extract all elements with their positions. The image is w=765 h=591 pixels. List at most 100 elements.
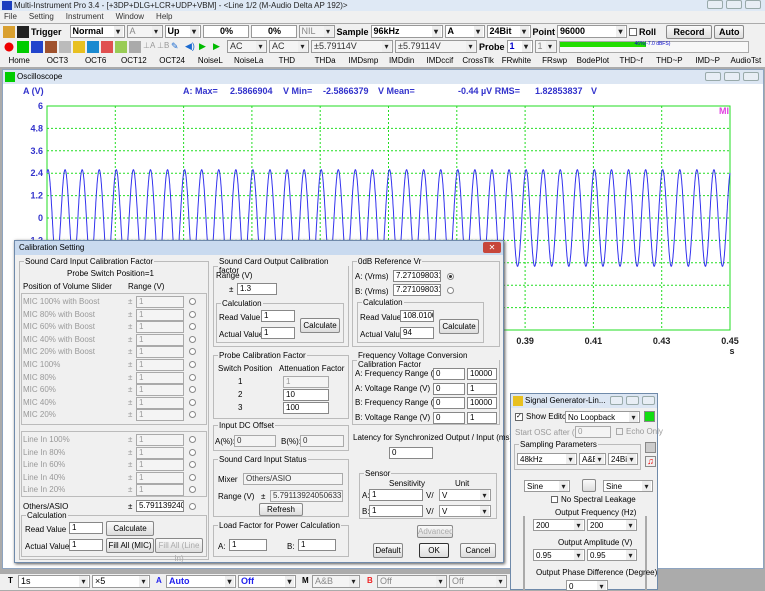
- time-select[interactable]: 1s: [18, 575, 90, 588]
- odb-calculate-button[interactable]: Calculate: [439, 319, 479, 334]
- start-osc-input[interactable]: 0: [575, 426, 611, 438]
- others-asio-radio[interactable]: [189, 503, 196, 510]
- range-radio[interactable]: [189, 461, 196, 468]
- range-input[interactable]: 1: [136, 308, 184, 321]
- range-input[interactable]: 1: [136, 296, 184, 308]
- read-value-input[interactable]: 1: [69, 522, 103, 534]
- output-read-value-input[interactable]: 1: [261, 310, 295, 322]
- cancel-button[interactable]: Cancel: [460, 543, 496, 558]
- waveform-b-select[interactable]: Sine: [603, 480, 653, 492]
- range-input[interactable]: 1: [136, 396, 184, 409]
- attenuation-factor-input[interactable]: 10: [283, 389, 329, 401]
- refresh-button[interactable]: Refresh: [259, 503, 303, 516]
- range-input[interactable]: 1: [136, 333, 184, 346]
- input-calculate-button[interactable]: Calculate: [106, 521, 154, 536]
- channel-b-scale-select[interactable]: Off: [449, 575, 507, 588]
- range-radio[interactable]: [189, 361, 196, 368]
- show-editor-checkbox[interactable]: ✓: [515, 413, 523, 421]
- output-status-indicator[interactable]: [644, 411, 655, 422]
- music-note-icon[interactable]: ♫: [645, 456, 656, 467]
- echo-only-checkbox[interactable]: [616, 428, 623, 435]
- range-radio[interactable]: [189, 398, 196, 406]
- fv-low-input[interactable]: 0: [433, 397, 465, 409]
- range-radio[interactable]: [189, 310, 196, 318]
- range-input[interactable]: 1: [136, 321, 184, 334]
- loopback-select[interactable]: No Loopback: [565, 411, 640, 423]
- siggen-close-button[interactable]: [642, 396, 655, 405]
- slider-a-track[interactable]: [523, 516, 525, 591]
- odb-a-input[interactable]: 7.27109803159: [393, 270, 441, 282]
- ok-button[interactable]: OK: [419, 543, 449, 558]
- fv-high-input[interactable]: 10000: [467, 397, 497, 409]
- sensor-b-sensitivity-input[interactable]: 1: [369, 505, 423, 517]
- channel-b-mode-select[interactable]: Off: [377, 575, 447, 588]
- range-input[interactable]: 1: [136, 409, 184, 422]
- fv-high-input[interactable]: 1: [467, 411, 497, 424]
- dialog-close-button[interactable]: ✕: [483, 242, 501, 253]
- fv-high-input[interactable]: 1: [467, 382, 497, 395]
- fill-all-line-in-button[interactable]: Fill All (Line In): [155, 538, 203, 563]
- odb-b-input[interactable]: 7.27109803159: [393, 284, 441, 296]
- range-input[interactable]: 1: [136, 346, 184, 359]
- waveform-a-select[interactable]: Sine: [524, 480, 570, 492]
- no-spectral-leakage-checkbox[interactable]: [551, 496, 558, 503]
- range-input[interactable]: 1: [136, 484, 184, 496]
- fill-all-mic-button[interactable]: Fill All (MIC): [106, 538, 154, 553]
- sensor-a-unit-select[interactable]: V: [439, 489, 491, 501]
- range-input[interactable]: 1: [136, 471, 184, 484]
- output-range-input[interactable]: 1.3: [237, 283, 277, 295]
- advanced-button[interactable]: Advanced: [417, 525, 454, 538]
- range-input[interactable]: 1: [136, 459, 184, 471]
- fv-low-input[interactable]: 0: [433, 411, 465, 424]
- frequency-a-select[interactable]: 200: [533, 519, 585, 531]
- siggen-channels-select[interactable]: A&B: [579, 453, 606, 465]
- fv-low-input[interactable]: 0: [433, 368, 465, 380]
- range-input[interactable]: 1: [136, 359, 184, 371]
- siggen-maximize-button[interactable]: [626, 396, 639, 405]
- range-input[interactable]: 1: [136, 371, 184, 384]
- dc-offset-a-input[interactable]: 0: [234, 435, 276, 447]
- range-input[interactable]: 1: [136, 446, 184, 459]
- siggen-bits-select[interactable]: 24Bit: [608, 453, 638, 465]
- channel-a-scale-select[interactable]: Off: [238, 575, 296, 588]
- output-actual-value-input[interactable]: 1: [261, 327, 295, 339]
- fv-high-input[interactable]: 10000: [467, 368, 497, 380]
- save-icon[interactable]: [645, 442, 656, 453]
- odb-a-radio[interactable]: [447, 273, 454, 280]
- slider-b-track[interactable]: [645, 516, 647, 591]
- time-multiplier-select[interactable]: ×5: [92, 575, 150, 588]
- link-channels-button[interactable]: [582, 479, 596, 492]
- siggen-minimize-button[interactable]: [610, 396, 623, 405]
- range-input[interactable]: 1: [136, 384, 184, 397]
- sensor-a-sensitivity-input[interactable]: 1: [369, 489, 423, 501]
- odb-actual-value-input[interactable]: 94: [400, 327, 434, 339]
- math-mode-select[interactable]: A&B: [312, 575, 360, 588]
- siggen-rate-select[interactable]: 48kHz: [517, 453, 577, 465]
- phase-difference-select[interactable]: 0: [566, 580, 608, 591]
- range-radio[interactable]: [189, 298, 196, 305]
- range-radio[interactable]: [189, 335, 196, 343]
- odb-b-radio[interactable]: [447, 287, 454, 294]
- sensor-b-unit-select[interactable]: V: [439, 505, 491, 517]
- range-radio[interactable]: [189, 373, 196, 381]
- latency-input[interactable]: 0: [389, 447, 433, 459]
- load-b-input[interactable]: 1: [298, 539, 336, 551]
- actual-value-input[interactable]: 1: [69, 539, 103, 551]
- amplitude-b-select[interactable]: 0.95: [587, 549, 637, 561]
- odb-read-value-input[interactable]: 108.01008: [400, 310, 434, 322]
- range-radio[interactable]: [189, 436, 196, 443]
- channel-a-mode-select[interactable]: Auto: [166, 575, 236, 588]
- attenuation-factor-input[interactable]: 100: [283, 402, 329, 414]
- range-radio[interactable]: [189, 486, 196, 493]
- load-a-input[interactable]: 1: [229, 539, 267, 551]
- output-calculate-button[interactable]: Calculate: [300, 318, 340, 333]
- attenuation-factor-input[interactable]: 1: [283, 376, 329, 388]
- fv-low-input[interactable]: 0: [433, 382, 465, 395]
- range-radio[interactable]: [189, 448, 196, 456]
- dc-offset-b-input[interactable]: 0: [300, 435, 344, 447]
- amplitude-a-select[interactable]: 0.95: [533, 549, 585, 561]
- default-button[interactable]: Default: [373, 543, 403, 558]
- range-radio[interactable]: [189, 473, 196, 481]
- frequency-b-select[interactable]: 200: [587, 519, 637, 531]
- range-input[interactable]: 1: [136, 434, 184, 446]
